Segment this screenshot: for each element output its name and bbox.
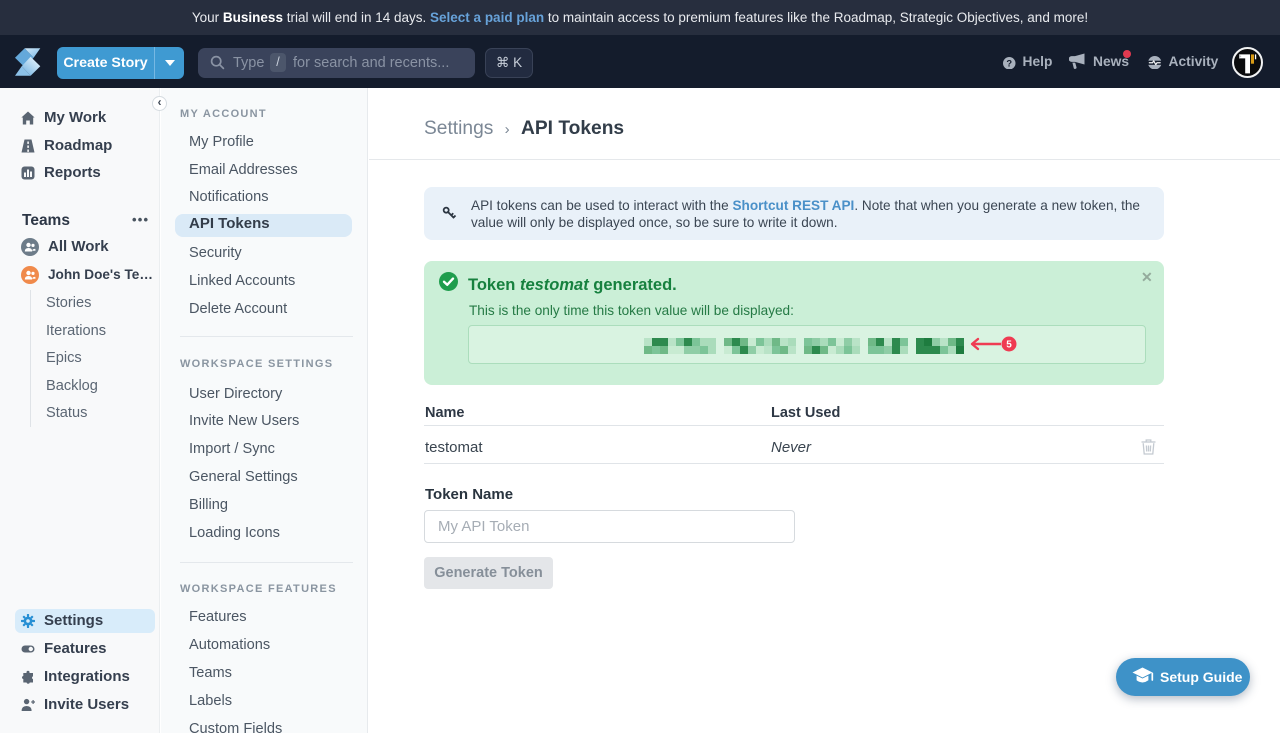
svg-text:5: 5 — [1006, 340, 1012, 351]
svg-text:?: ? — [1006, 58, 1012, 68]
